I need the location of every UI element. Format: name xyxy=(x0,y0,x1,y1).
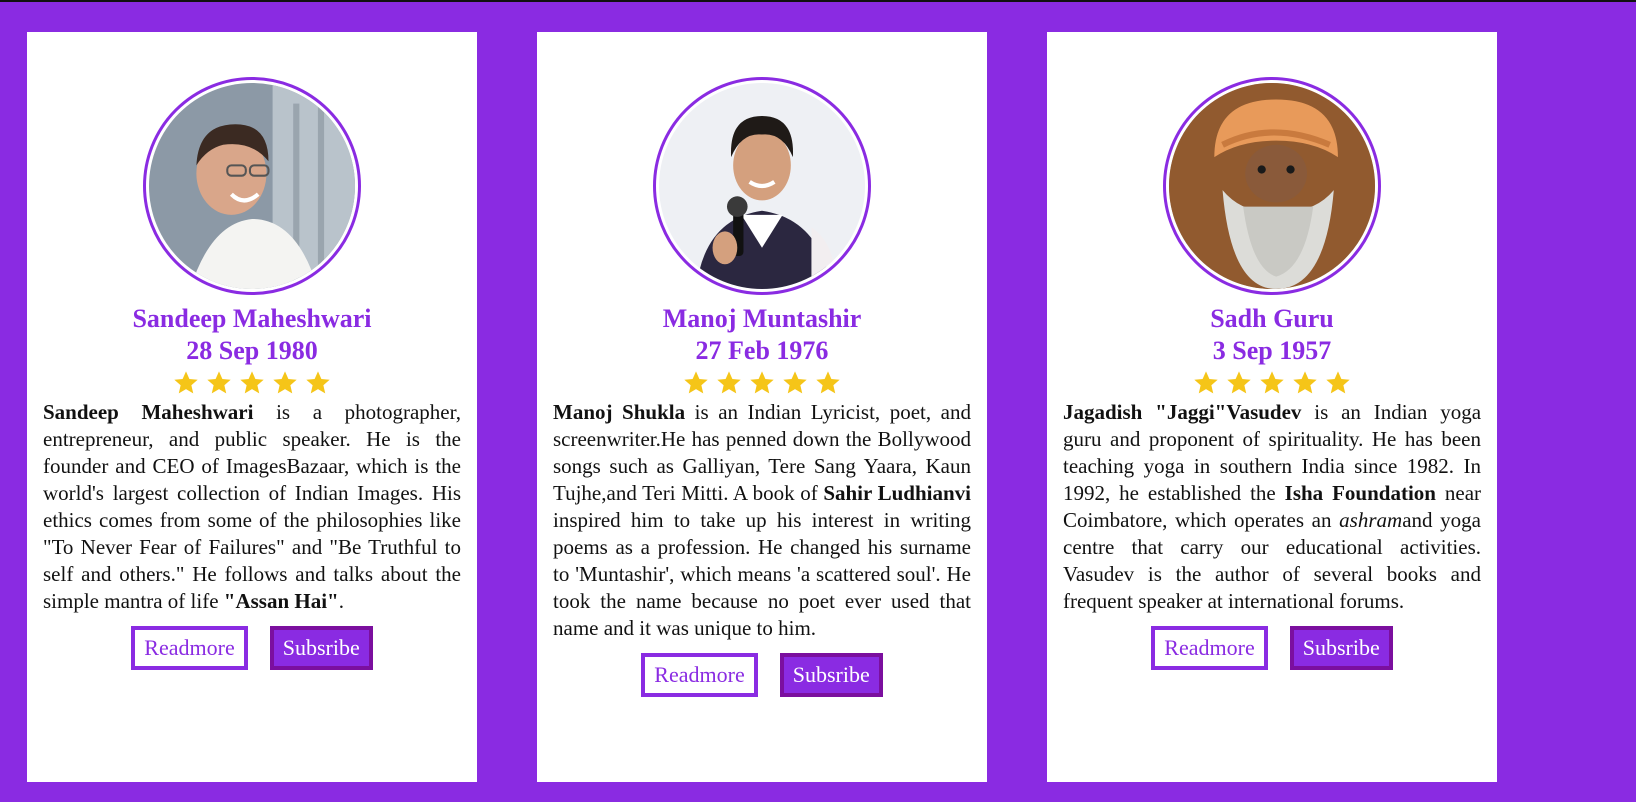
bio-highlight: "Assan Hai" xyxy=(223,589,339,613)
bio-text: Sandeep Maheshwari is a photographer, en… xyxy=(43,399,461,615)
subscribe-button[interactable]: Subsribe xyxy=(269,626,373,670)
avatar xyxy=(143,77,361,295)
date-of-birth: 27 Feb 1976 xyxy=(695,336,829,365)
readmore-button[interactable]: Readmore xyxy=(131,626,248,670)
rating-stars xyxy=(43,369,461,399)
profile-card: Manoj Muntashir 27 Feb 1976 Manoj Shukla… xyxy=(537,32,987,782)
top-border xyxy=(0,0,1636,2)
profile-card: Sadh Guru 3 Sep 1957 Jagadish "Jaggi"Vas… xyxy=(1047,32,1497,782)
bio-segment: . xyxy=(338,589,344,613)
person-name: Manoj Muntashir xyxy=(662,304,862,333)
bio-segment: inspired him to take up his interest in … xyxy=(553,508,971,640)
avatar xyxy=(653,77,871,295)
bio-name: Manoj Shukla xyxy=(553,400,686,424)
profile-cards: Sandeep Maheshwari 28 Sep 1980 Sandeep M… xyxy=(27,32,1497,782)
bio-highlight: Sahir Ludhianvi xyxy=(823,481,971,505)
bio-italic: ashram xyxy=(1339,508,1403,532)
bio-highlight: Isha Foundation xyxy=(1284,481,1436,505)
bio-text: Jagadish "Jaggi"Vasudev is an Indian yog… xyxy=(1063,399,1481,615)
bio-name: Jagadish "Jaggi"Vasudev xyxy=(1063,400,1302,424)
star-icon xyxy=(273,371,297,394)
star-icon xyxy=(816,371,840,394)
star-icon xyxy=(717,371,741,394)
person-name: Sandeep Maheshwari xyxy=(132,304,372,333)
star-icon xyxy=(1326,371,1350,394)
portrait-photo-icon xyxy=(659,83,865,289)
star-icon xyxy=(207,371,231,394)
star-icon xyxy=(684,371,708,394)
star-icon xyxy=(1260,371,1284,394)
star-icon xyxy=(750,371,774,394)
profile-card: Sandeep Maheshwari 28 Sep 1980 Sandeep M… xyxy=(27,32,477,782)
star-icon xyxy=(1293,371,1317,394)
star-icon xyxy=(174,371,198,394)
bio-text: Manoj Shukla is an Indian Lyricist, poet… xyxy=(553,399,971,642)
readmore-button[interactable]: Readmore xyxy=(641,653,758,697)
person-name: Sadh Guru xyxy=(1210,304,1334,333)
star-icon xyxy=(1227,371,1251,394)
bio-segment: is a photographer, entrepreneur, and pub… xyxy=(43,400,461,613)
card-actions: Readmore Subsribe xyxy=(553,653,971,697)
rating-stars xyxy=(1063,369,1481,399)
readmore-button[interactable]: Readmore xyxy=(1151,626,1268,670)
portrait-photo-icon xyxy=(1169,83,1375,289)
date-of-birth: 28 Sep 1980 xyxy=(186,336,318,365)
card-actions: Readmore Subsribe xyxy=(1063,626,1481,670)
star-icon xyxy=(1194,371,1218,394)
portrait-photo-icon xyxy=(149,83,355,289)
subscribe-button[interactable]: Subsribe xyxy=(1289,626,1393,670)
date-of-birth: 3 Sep 1957 xyxy=(1212,336,1332,365)
avatar xyxy=(1163,77,1381,295)
bio-name: Sandeep Maheshwari xyxy=(43,400,254,424)
star-icon xyxy=(240,371,264,394)
star-icon xyxy=(783,371,807,394)
star-icon xyxy=(306,371,330,394)
rating-stars xyxy=(553,369,971,399)
subscribe-button[interactable]: Subsribe xyxy=(779,653,883,697)
card-actions: Readmore Subsribe xyxy=(43,626,461,670)
